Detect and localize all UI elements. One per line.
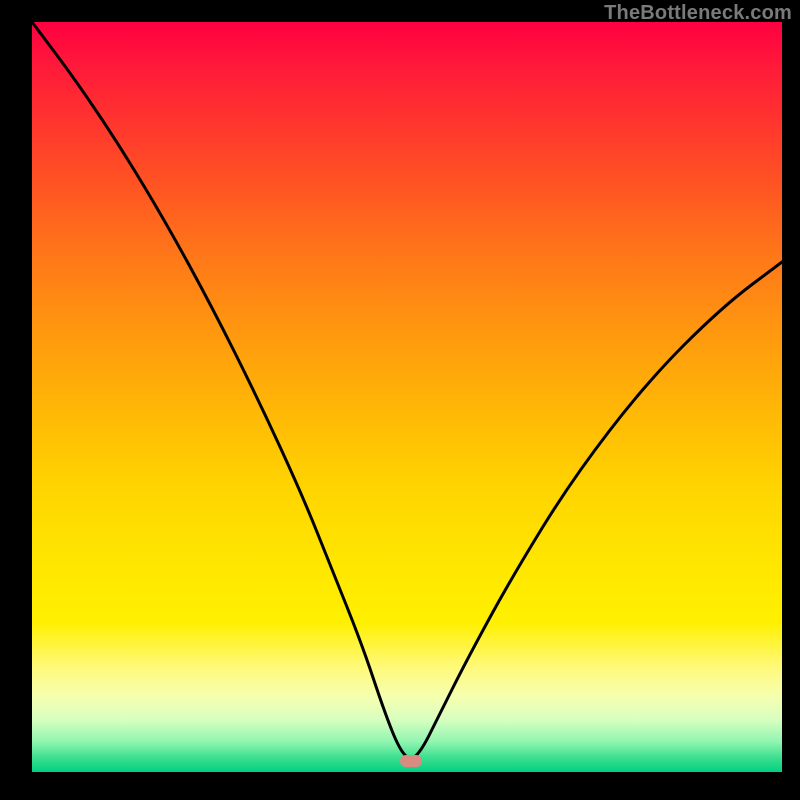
minimum-marker: [400, 755, 422, 767]
watermark-text: TheBottleneck.com: [604, 2, 792, 25]
plot-area: [32, 22, 782, 772]
chart-frame: TheBottleneck.com: [0, 0, 800, 800]
bottleneck-curve: [32, 22, 782, 772]
